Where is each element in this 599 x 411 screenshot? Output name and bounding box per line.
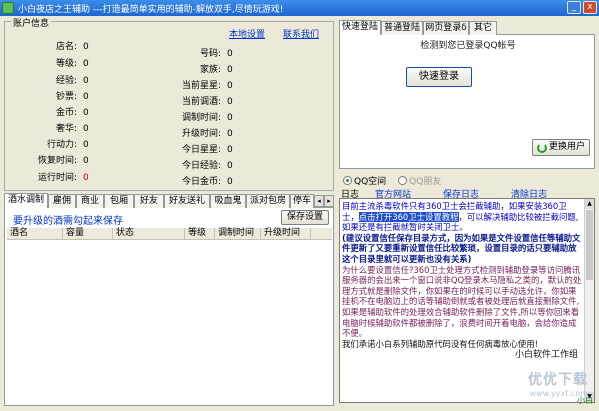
title-bar: 小白夜店之王辅助 ---打造最简单实用的辅助-解放双手,尽情玩游戏! _ x (0, 0, 599, 16)
stat-action-power: 行动力: 0 (46, 140, 89, 150)
quick-login-button[interactable]: 快速登录 (406, 67, 472, 87)
tab-friends[interactable]: 好友 (134, 194, 164, 208)
wine-upgrade-note: 要升级的酒需勾起来保存 (13, 216, 123, 227)
tab-parking[interactable]: 停车 (290, 194, 314, 208)
log-content: 目前主流杀毒软件只有360卫士会拦截辅助，如果安装360卫士，点击打开360卫士… (342, 201, 582, 349)
tab-friend-gifts[interactable]: 好友送礼 (164, 194, 210, 208)
col-status[interactable]: 状态 (113, 228, 185, 239)
stat-today-gold: 今日金币: 0 (181, 177, 233, 187)
stat-cash: 钞票: 0 (55, 92, 89, 102)
refresh-icon (536, 142, 547, 153)
tab-quick-login[interactable]: 快速登陆 (339, 20, 381, 36)
watermark-main: 优优下载 (528, 372, 588, 388)
save-settings-button[interactable]: 保存设置 (281, 210, 329, 225)
log-textbox[interactable]: 目前主流杀毒软件只有360卫士会拦截辅助，如果安装360卫士，点击打开360卫士… (339, 198, 595, 403)
watermark: 优优下载 www.yyxt.com (528, 369, 588, 398)
corner-label: 小白 (577, 396, 593, 405)
app-icon (2, 2, 14, 14)
stat-recover-time: 恢复时间: 0 (37, 156, 89, 166)
stat-today-exp: 今日经验: 0 (181, 161, 233, 171)
change-user-label: 更换用户 (548, 142, 585, 152)
contact-us-link[interactable]: 联系我们 (283, 27, 319, 40)
log-360-tutorial-link[interactable]: 点击打开360卫士设置教程 (358, 211, 459, 222)
col-mix-time[interactable]: 调制时间 (215, 228, 261, 239)
scroll-thumb[interactable] (586, 210, 593, 280)
col-upgrade-time[interactable]: 升级时间 (261, 228, 311, 239)
tab-web-login[interactable]: 网页登录δ (423, 21, 469, 35)
tab-vampire[interactable]: 吸血鬼 (210, 194, 246, 208)
wine-mixing-panel: 要升级的酒需勾起来保存 保存设置 酒名 容量 状态 等级 调制时间 升级时间 (4, 208, 334, 406)
tab-scroll-right-icon[interactable]: ▸ (324, 195, 334, 207)
stat-run-time: 运行时间: 0 (37, 173, 89, 183)
tab-party-room[interactable]: 派对包房 (246, 194, 290, 208)
col-level[interactable]: 等级 (185, 228, 215, 239)
tab-scroll-left-icon[interactable]: ◂ (314, 195, 324, 207)
radio-selected-icon (343, 176, 352, 185)
qq-detect-message: 检测到您已登录QQ帐号 (420, 41, 516, 51)
stat-upgrade-time: 升级时间: 0 (181, 129, 233, 139)
change-user-button[interactable]: 更换用户 (532, 139, 590, 156)
quick-login-panel: 检测到您已登录QQ帐号 快速登录 更换用户 (339, 35, 595, 169)
studio-signature: 小白软件工作组 (514, 350, 578, 360)
login-tabbar: 快速登陆 普通登陆 网页登录δ 其它 (339, 20, 595, 36)
log-toolbar: 日志 官方网站 保存日志 清除日志 (339, 186, 595, 200)
account-info-group: 账户信息 本地设置 联系我们 店名: 0 等级: 0 经验: 0 钞票: 0 金币: 0 … (4, 16, 334, 191)
stat-exp: 经验: 0 (55, 76, 89, 86)
local-settings-link[interactable]: 本地设置 (229, 27, 265, 40)
stat-qq-number: 号码: 0 (199, 49, 233, 59)
right-panel: 快速登陆 普通登陆 网页登录δ 其它 检测到您已登录QQ帐号 快速登录 更换用户… (339, 20, 595, 407)
minimize-button[interactable]: _ (567, 1, 581, 14)
scroll-up-icon[interactable]: ▲ (585, 199, 594, 209)
tab-other[interactable]: 其它 (469, 21, 497, 35)
account-info-legend: 账户信息 (11, 16, 52, 29)
col-wine-name[interactable]: 酒名 (7, 228, 63, 239)
stat-current-stars: 当前星星: 0 (181, 81, 233, 91)
tab-business[interactable]: 商业 (76, 194, 104, 208)
left-tabbar: 酒水调制 雇佣 商业 包厢 好友 好友送礼 吸血鬼 派对包房 停车 ◂ ▸ (4, 193, 334, 209)
tab-wine-mixing[interactable]: 酒水调制 (4, 193, 48, 209)
close-button[interactable]: x (583, 1, 597, 14)
log-line-why-trust: 为什么要设置信任?360卫士处理方式检测到辅助登录等访问腾讯服务器的会出来一个窗… (342, 264, 582, 339)
window-title: 小白夜店之王辅助 ---打造最简单实用的辅助-解放双手,尽情玩游戏! (18, 5, 284, 15)
left-panel: 账户信息 本地设置 联系我们 店名: 0 等级: 0 经验: 0 钞票: 0 金币: 0 … (4, 16, 334, 406)
tab-private-room[interactable]: 包厢 (104, 194, 134, 208)
tab-normal-login[interactable]: 普通登陆 (381, 21, 423, 35)
tab-hire[interactable]: 雇佣 (48, 194, 76, 208)
stat-family: 家族: 0 (199, 65, 233, 75)
stat-gold: 金币: 0 (55, 108, 89, 118)
stat-luxury: 奢华: 0 (55, 124, 89, 134)
col-capacity[interactable]: 容量 (63, 228, 113, 239)
wine-table-header: 酒名 容量 状态 等级 调制时间 升级时间 (7, 228, 332, 240)
tab-scroll-arrows: ◂ ▸ (314, 195, 334, 207)
radio-unselected-icon (398, 176, 408, 185)
stat-mix-time: 调制时间: 0 (181, 113, 233, 123)
stat-today-stars: 今日星星: 0 (181, 145, 233, 155)
stat-current-mixing: 当前调酒: 0 (181, 97, 233, 107)
log-line-trust-dir: (建议设置信任保存目录方式，因为如果是文件设置信任等辅助文件更新了又要重新设置信… (342, 232, 581, 264)
stat-level: 等级: 0 (55, 59, 89, 69)
stat-shop-name: 店名: 0 (55, 42, 89, 52)
